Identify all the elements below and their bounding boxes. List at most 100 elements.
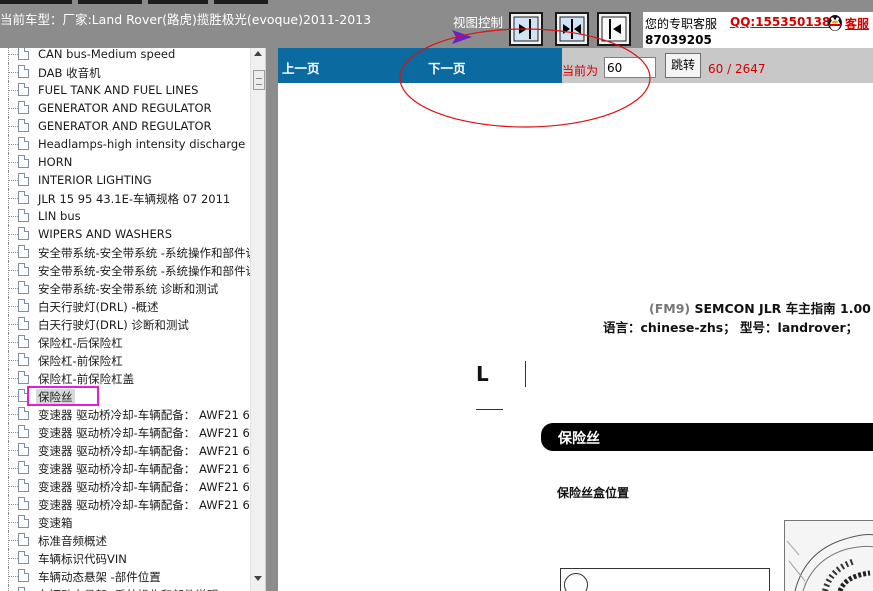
prev-page-link[interactable]: 上一页: [282, 58, 320, 77]
tree-item[interactable]: JLR 15 95 43.1E-车辆规格 07 2011: [0, 189, 250, 207]
tree-item-label[interactable]: LIN bus: [38, 209, 81, 223]
scroll-up-arrow-icon[interactable]: [254, 51, 262, 56]
tree-item-label[interactable]: 变速器 驱动桥冷却-车辆配备： AWF21 6 速: [38, 407, 250, 423]
tree-connector-line: [8, 585, 17, 591]
tree-item[interactable]: 保险杠-前保险杠盖: [0, 369, 250, 387]
tree-item-label[interactable]: JLR 15 95 43.1E-车辆规格 07 2011: [38, 191, 230, 207]
tree-item-label[interactable]: GENERATOR AND REGULATOR: [38, 101, 212, 115]
tree-item[interactable]: 变速器 驱动桥冷却-车辆配备： AWF21 6 速: [0, 405, 250, 423]
tree-item-label[interactable]: GENERATOR AND REGULATOR: [38, 119, 212, 133]
tree-item[interactable]: HORN: [0, 153, 250, 171]
tree-item[interactable]: 变速器 驱动桥冷却-车辆配备： AWF21 6 速: [0, 423, 250, 441]
tree-item-label[interactable]: 安全带系统-安全带系统 -系统操作和部件说: [38, 263, 250, 279]
document-icon: [18, 551, 29, 564]
index-letter-underline: [476, 409, 503, 410]
tree-item-label[interactable]: 保险杠-前保险杠盖: [38, 371, 134, 387]
tree-item-label[interactable]: 变速器 驱动桥冷却-车辆配备： AWF21 6 速: [38, 425, 250, 441]
tree-item[interactable]: WIPERS AND WASHERS: [0, 225, 250, 243]
tree-item[interactable]: INTERIOR LIGHTING: [0, 171, 250, 189]
tree-connector-line: [8, 369, 18, 387]
tab-2[interactable]: [78, 0, 142, 4]
tree-item-label[interactable]: 保险杠-前保险杠: [38, 353, 123, 369]
tree-item[interactable]: 车辆动态悬架 -部件位置: [0, 567, 250, 585]
tree-item-label[interactable]: 安全带系统-安全带系统 诊断和测试: [38, 281, 218, 297]
tree-item-label[interactable]: CAN bus-Medium speed: [38, 48, 175, 61]
scroll-thumb[interactable]: [253, 70, 265, 90]
tree-item-label[interactable]: 车辆标识代码VIN: [38, 551, 127, 567]
tree-item-label[interactable]: 变速器 驱动桥冷却-车辆配备： AWF21 6 速: [38, 497, 250, 513]
pager-bar: 上一页 下一页 当前为 跳转 60 / 2647: [278, 48, 873, 83]
tree-item-label[interactable]: INTERIOR LIGHTING: [38, 173, 152, 187]
tree-item-label[interactable]: 白天行驶灯(DRL) -概述: [38, 299, 159, 315]
tree-item[interactable]: 变速器 驱动桥冷却-车辆配备： AWF21 6 速: [0, 477, 250, 495]
tree-item-label[interactable]: 变速器 驱动桥冷却-车辆配备： AWF21 6 速: [38, 443, 250, 459]
tree-connector-line: [8, 495, 18, 513]
tree-item[interactable]: 标准音频概述: [0, 531, 250, 549]
service-qq-link[interactable]: QQ:1553501388: [730, 15, 839, 29]
collapse-left-button[interactable]: [509, 12, 543, 46]
view-control-arrow-icon: [452, 30, 472, 44]
tree-connector-line: [8, 225, 18, 243]
tree-item[interactable]: 车辆标识代码VIN: [0, 549, 250, 567]
tree-item[interactable]: GENERATOR AND REGULATOR: [0, 99, 250, 117]
tree-item-label[interactable]: Headlamps-high intensity discharge: [38, 137, 245, 151]
tree-item[interactable]: 白天行驶灯(DRL) -概述: [0, 297, 250, 315]
tab-4[interactable]: [214, 0, 268, 4]
tree-item-label[interactable]: 车辆动态悬架 -系统操作和部件说明: [38, 587, 218, 591]
tree-connector-line: [8, 513, 18, 531]
tab-3[interactable]: [148, 0, 208, 4]
tree-item-label[interactable]: 变速器 驱动桥冷却-车辆配备： AWF21 6 速: [38, 479, 250, 495]
tree-item-label[interactable]: DAB 收音机: [38, 65, 101, 81]
tree-connector-line: [8, 567, 18, 585]
tree-item-label[interactable]: 安全带系统-安全带系统 -系统操作和部件说: [38, 245, 250, 261]
document-icon: [18, 155, 29, 168]
tree-item[interactable]: 安全带系统-安全带系统 -系统操作和部件说: [0, 243, 250, 261]
tree-item-label[interactable]: 变速箱: [38, 515, 73, 531]
tree-item[interactable]: 变速器 驱动桥冷却-车辆配备： AWF21 6 速: [0, 441, 250, 459]
split-center-button[interactable]: [555, 12, 589, 46]
service-label: 您的专职客服: [645, 17, 718, 31]
tree-item[interactable]: 变速器 驱动桥冷却-车辆配备： AWF21 6 速: [0, 495, 250, 513]
tree-item[interactable]: 安全带系统-安全带系统 -系统操作和部件说: [0, 261, 250, 279]
tree-item-label[interactable]: HORN: [38, 155, 72, 169]
next-page-link[interactable]: 下一页: [428, 58, 466, 77]
tree-item-label[interactable]: FUEL TANK AND FUEL LINES: [38, 83, 198, 97]
tree-item-label[interactable]: 变速器 驱动桥冷却-车辆配备： AWF21 6 速: [38, 461, 250, 477]
tree-item[interactable]: 车辆动态悬架 -系统操作和部件说明: [0, 585, 250, 591]
jump-button[interactable]: 跳转: [665, 53, 701, 78]
selection-highlight-box: [27, 386, 99, 406]
tree-item[interactable]: 白天行驶灯(DRL) 诊断和测试: [0, 315, 250, 333]
tree-item[interactable]: DAB 收音机: [0, 63, 250, 81]
tree-item[interactable]: LIN bus: [0, 207, 250, 225]
tree-scrollbar[interactable]: [250, 48, 265, 591]
tree-item-label[interactable]: 白天行驶灯(DRL) 诊断和测试: [38, 317, 189, 333]
tree-item-label[interactable]: 标准音频概述: [38, 533, 107, 549]
document-icon: [18, 587, 29, 591]
tree-item[interactable]: Headlamps-high intensity discharge: [0, 135, 250, 153]
document-icon: [18, 65, 29, 78]
collapse-left-icon: [513, 16, 539, 42]
qq-penguin-icon[interactable]: [826, 12, 844, 32]
tree-connector-line: [8, 351, 18, 369]
service-chat-link[interactable]: 客服: [845, 15, 869, 32]
tree-item[interactable]: GENERATOR AND REGULATOR: [0, 117, 250, 135]
tree-item[interactable]: 安全带系统-安全带系统 诊断和测试: [0, 279, 250, 297]
document-icon: [18, 191, 29, 204]
tree-item-label[interactable]: 车辆动态悬架 -部件位置: [38, 569, 161, 585]
expand-left-button[interactable]: [597, 12, 631, 46]
tree-item-label[interactable]: 保险杠-后保险杠: [38, 335, 123, 351]
subsection-title: 保险丝盒位置: [557, 486, 630, 500]
tree-item[interactable]: 保险杠-后保险杠: [0, 333, 250, 351]
document-icon: [18, 101, 29, 114]
page-number-input[interactable]: [604, 57, 656, 78]
tree-item[interactable]: 变速器 驱动桥冷却-车辆配备： AWF21 6 速: [0, 459, 250, 477]
tree-item[interactable]: 变速箱: [0, 513, 250, 531]
tab-1[interactable]: [0, 0, 72, 4]
document-icon: [18, 407, 29, 420]
scroll-down-arrow-icon[interactable]: [254, 576, 262, 581]
tree-item[interactable]: 保险杠-前保险杠: [0, 351, 250, 369]
tree-item[interactable]: CAN bus-Medium speed: [0, 48, 250, 63]
tree-item[interactable]: FUEL TANK AND FUEL LINES: [0, 81, 250, 99]
tree-item-label[interactable]: WIPERS AND WASHERS: [38, 227, 172, 241]
document-header: (FM9) SEMCON JLR 车主指南 1.00 版: [649, 298, 873, 317]
